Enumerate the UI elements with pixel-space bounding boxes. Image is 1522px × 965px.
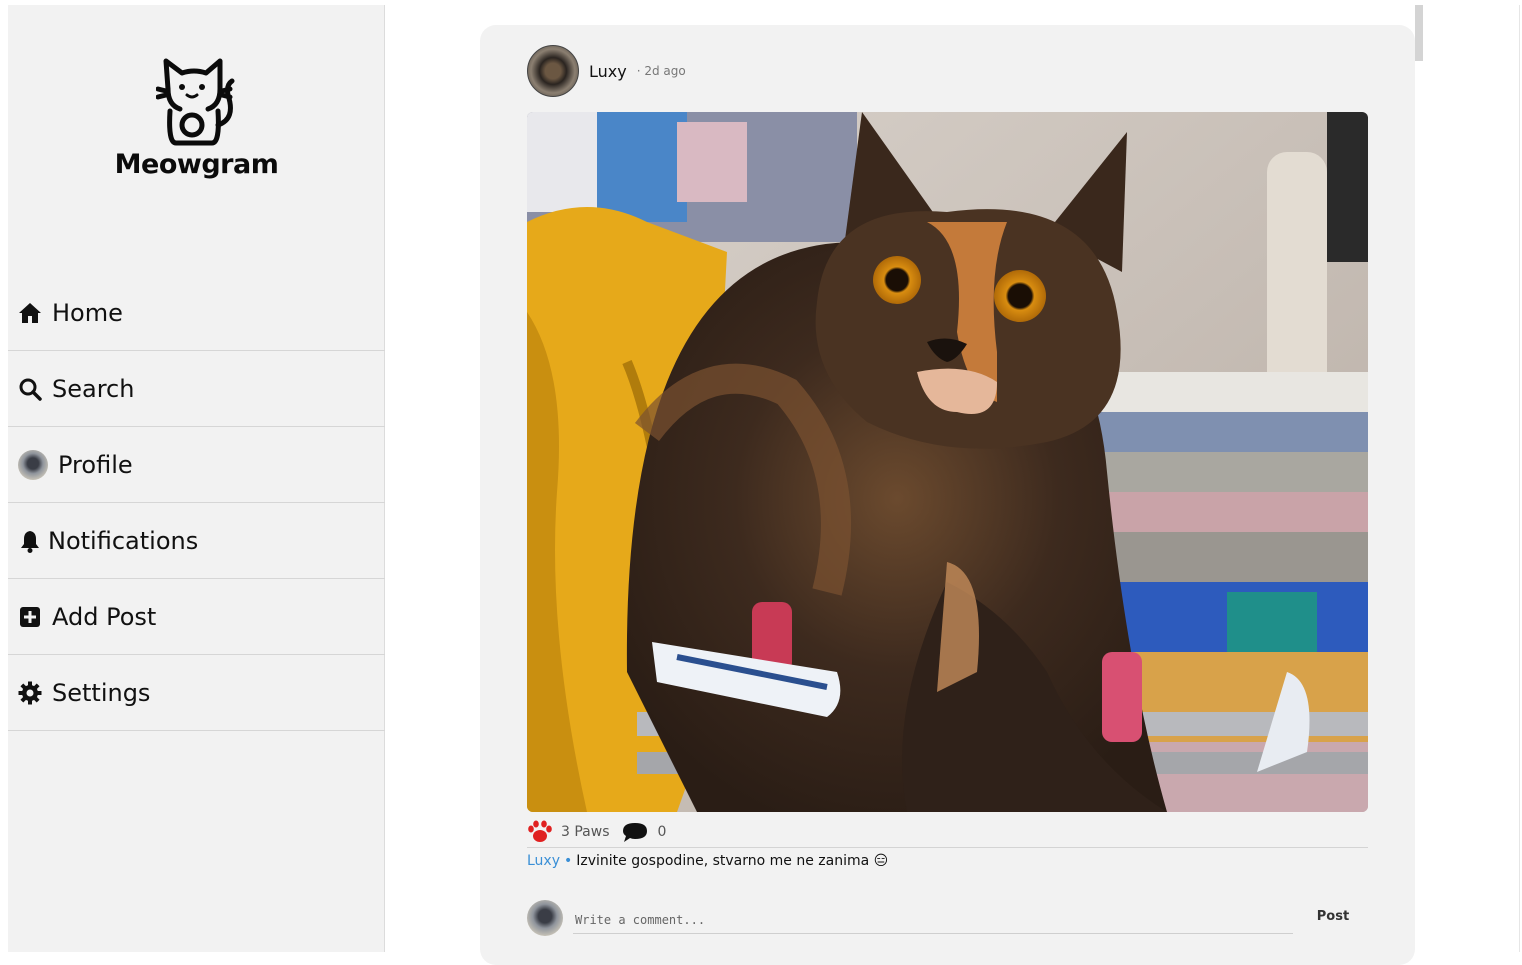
- avatar: [18, 449, 48, 480]
- search-icon: [18, 377, 42, 401]
- sidebar-item-add-post[interactable]: Add Post: [8, 579, 385, 655]
- avatar: [527, 900, 563, 936]
- paw-icon[interactable]: [527, 820, 553, 844]
- logo[interactable]: Meowgram: [8, 55, 385, 180]
- sidebar-item-label: Search: [52, 374, 135, 403]
- caption-username[interactable]: Luxy: [527, 853, 560, 869]
- post-timestamp: · 2d ago: [636, 64, 686, 78]
- paws-count: 3 Paws: [561, 824, 610, 840]
- post-header: Luxy · 2d ago: [527, 45, 686, 97]
- comment-form: Post: [527, 900, 1368, 936]
- sidebar-item-search[interactable]: Search: [8, 351, 385, 427]
- sidebar-item-notifications[interactable]: Notifications: [8, 503, 385, 579]
- cat-logo-icon: [155, 58, 234, 146]
- post-author-avatar[interactable]: [527, 45, 579, 97]
- post-image[interactable]: [527, 112, 1368, 812]
- comments-count: 0: [657, 824, 667, 840]
- post-username[interactable]: Luxy: [589, 62, 627, 81]
- gear-icon: [18, 681, 42, 705]
- bell-icon: [18, 529, 42, 553]
- scrollbar-thumb[interactable]: [1415, 5, 1423, 61]
- caption-separator: •: [564, 853, 573, 869]
- sidebar-item-home[interactable]: Home: [8, 275, 385, 351]
- sidebar-nav: Home Search Profile Notifications Add Po…: [8, 275, 385, 731]
- post-comment-button[interactable]: Post: [1307, 904, 1359, 928]
- logo-text: Meowgram: [114, 149, 279, 180]
- post-caption: Luxy • Izvinite gospodine, stvarno me ne z…: [527, 853, 888, 869]
- divider: [1519, 5, 1520, 952]
- sidebar-item-label: Settings: [52, 678, 151, 707]
- sidebar-item-profile[interactable]: Profile: [8, 427, 385, 503]
- caption-text: Izvinite gospodine, stvarno me ne zanima…: [576, 853, 889, 869]
- sidebar-item-label: Home: [52, 298, 123, 327]
- sidebar-item-label: Notifications: [48, 526, 199, 555]
- post-card: Luxy · 2d ago 3 Paws 0 Luxy • Izvinite g…: [480, 25, 1415, 965]
- comment-icon[interactable]: [622, 821, 648, 843]
- sidebar-item-label: Profile: [58, 450, 133, 479]
- home-icon: [18, 301, 42, 325]
- sidebar-item-settings[interactable]: Settings: [8, 655, 385, 731]
- post-actions: 3 Paws 0: [527, 817, 1368, 848]
- sidebar: Meowgram Home Search Profile Notificatio…: [8, 5, 385, 952]
- plus-square-icon: [18, 605, 42, 629]
- sidebar-item-label: Add Post: [52, 602, 157, 631]
- comment-input[interactable]: [573, 906, 1293, 934]
